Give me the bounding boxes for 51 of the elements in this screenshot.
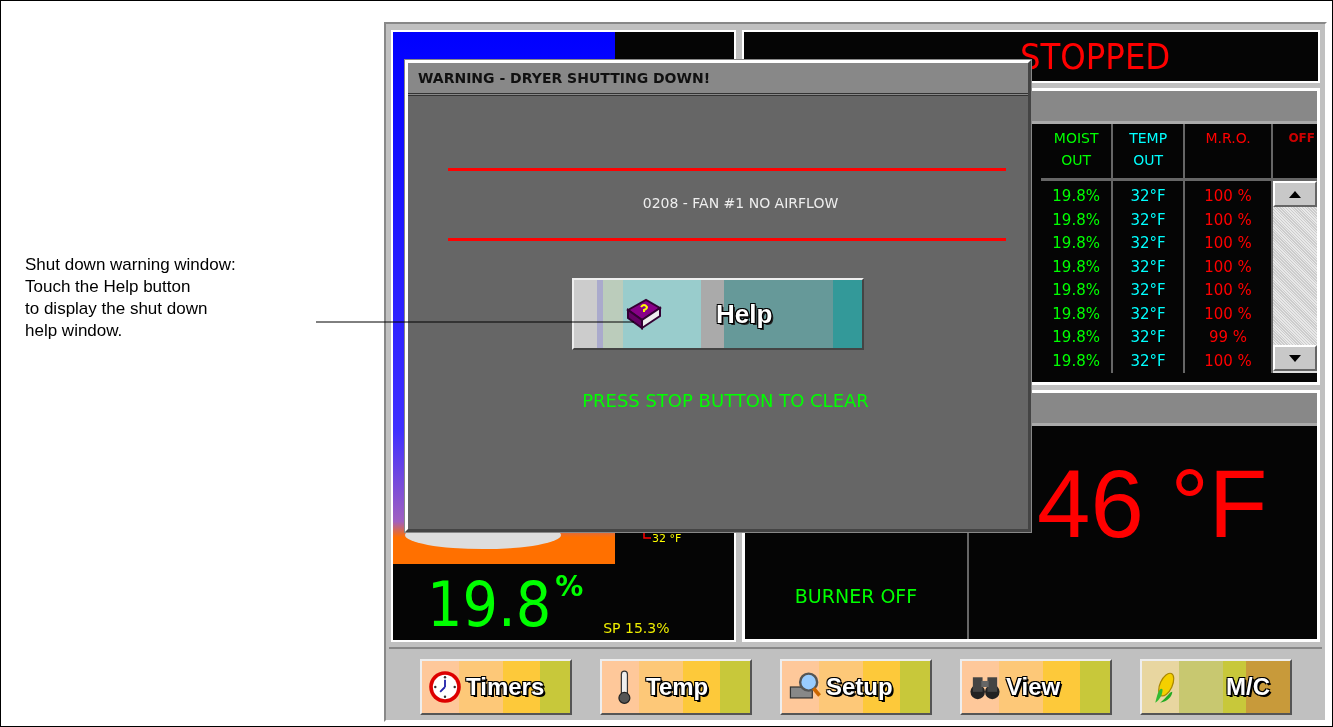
column-header: M.R.O. [1205, 130, 1251, 146]
alarm-message: 0208 - FAN #1 NO AIRFLOW [641, 194, 840, 213]
table-cell: 32°F [1112, 326, 1184, 350]
clock-icon [428, 670, 462, 704]
table-cell: 19.8% [1041, 349, 1113, 373]
table-cell: 32°F [1112, 232, 1184, 256]
temperature-label: 32 °F [652, 532, 682, 545]
table-cell: 32°F [1112, 349, 1184, 373]
scrollbar[interactable] [1273, 181, 1317, 371]
table-cell: 32°F [1112, 255, 1184, 279]
table-cell: 100 % [1184, 302, 1273, 326]
nav-button[interactable]: Setup [780, 659, 932, 715]
table-cell: 100 % [1184, 208, 1273, 232]
burner-status: BURNER OFF [794, 585, 918, 607]
table-cell: 19.8% [1041, 326, 1113, 350]
table-cell: 32°F [1112, 208, 1184, 232]
table-cell: 32°F [1112, 279, 1184, 303]
book-icon [624, 296, 664, 332]
setpoint-label: SP 15.3% [603, 620, 670, 636]
dialog-title: WARNING - DRYER SHUTTING DOWN! [408, 63, 1028, 96]
table-cell: 19.8% [1041, 279, 1113, 303]
table-cell: 19.8% [1041, 232, 1113, 256]
up-arrow-icon [1289, 190, 1302, 198]
instruction-text: PRESS STOP BUTTON TO CLEAR [581, 390, 870, 411]
table-cell: 32°F [1112, 302, 1184, 326]
down-arrow-icon [1289, 354, 1302, 362]
moisture-reading: 19.8 [427, 574, 552, 636]
nav-button[interactable]: M/C [1140, 659, 1292, 715]
help-button[interactable]: Help [572, 278, 864, 350]
annotation-text: Shut down warning window: Touch the Help button to display the shut down help window. [25, 254, 237, 342]
nav-button[interactable]: Timers [420, 659, 572, 715]
nav-button[interactable]: Temp [600, 659, 752, 715]
nav-button[interactable]: View [960, 659, 1112, 715]
column-header: OFF [1288, 131, 1315, 145]
table-cell: 32°F [1112, 179, 1184, 209]
table-cell: 100 % [1184, 279, 1273, 303]
bracket-icon [643, 530, 651, 539]
table-cell: 19.8% [1041, 255, 1113, 279]
scroll-up-button[interactable] [1273, 181, 1317, 207]
column-header: TEMP OUT [1129, 130, 1168, 168]
scroll-down-button[interactable] [1273, 345, 1317, 371]
table-cell: 100 % [1184, 232, 1273, 256]
table-cell: 100 % [1184, 255, 1273, 279]
burner-temperature: 46 °F [1037, 456, 1268, 552]
table-cell: 99 % [1184, 326, 1273, 350]
table-cell: 100 % [1184, 349, 1273, 373]
column-header: MOIST OUT [1053, 130, 1099, 168]
table-cell: 19.8% [1041, 302, 1113, 326]
table-cell: 19.8% [1041, 208, 1113, 232]
moisture-unit: % [555, 570, 584, 603]
table-cell: 19.8% [1041, 179, 1113, 209]
